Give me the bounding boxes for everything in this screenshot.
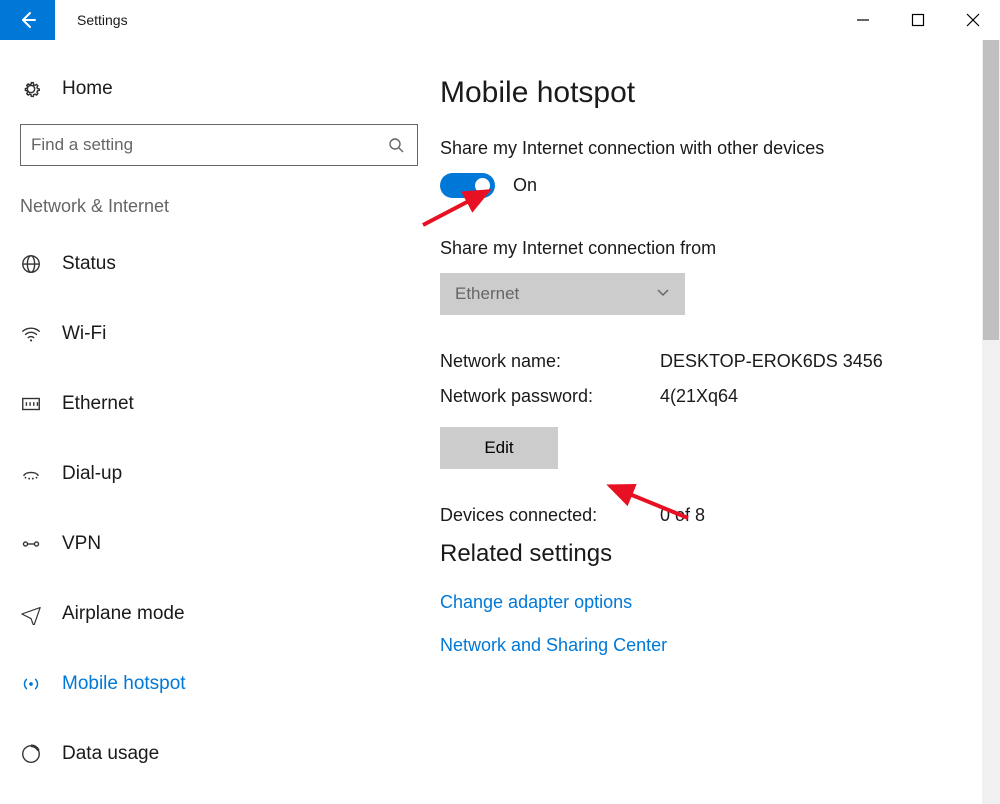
- airplane-icon: [20, 603, 42, 625]
- sidebar-item-label: Status: [62, 253, 116, 275]
- data-usage-icon: [20, 743, 42, 765]
- globe-icon: [20, 253, 42, 275]
- dialup-icon: [20, 463, 42, 485]
- close-button[interactable]: [945, 0, 1000, 40]
- search-input[interactable]: Find a setting: [20, 124, 418, 166]
- sidebar-home-label: Home: [62, 78, 113, 100]
- sidebar-category: Network & Internet: [20, 196, 400, 217]
- related-heading: Related settings: [440, 540, 980, 568]
- page-title: Mobile hotspot: [440, 76, 980, 110]
- arrow-left-icon: [18, 10, 38, 30]
- hotspot-icon: [20, 673, 42, 695]
- minimize-button[interactable]: [835, 0, 890, 40]
- toggle-state: On: [513, 175, 537, 196]
- back-button[interactable]: [0, 0, 55, 40]
- minimize-icon: [856, 13, 870, 27]
- sidebar-item-label: Wi-Fi: [62, 323, 106, 345]
- sidebar-item-label: Ethernet: [62, 393, 134, 415]
- window-title: Settings: [55, 0, 835, 40]
- devices-value: 0 of 8: [660, 505, 705, 526]
- search-placeholder: Find a setting: [31, 135, 133, 155]
- sidebar-item-ethernet[interactable]: Ethernet: [20, 381, 400, 427]
- link-sharing-center[interactable]: Network and Sharing Center: [440, 635, 980, 656]
- sidebar: Home Find a setting Network & Internet S…: [0, 40, 420, 804]
- wifi-icon: [20, 323, 42, 345]
- sidebar-item-hotspot[interactable]: Mobile hotspot: [20, 661, 400, 707]
- gear-icon: [20, 78, 42, 100]
- vpn-icon: [20, 533, 42, 555]
- hotspot-toggle[interactable]: [440, 173, 495, 198]
- network-name-label: Network name:: [440, 351, 660, 372]
- dropdown-value: Ethernet: [455, 284, 519, 304]
- chevron-down-icon: [656, 284, 670, 304]
- connection-from-dropdown[interactable]: Ethernet: [440, 273, 685, 315]
- toggle-knob: [475, 178, 490, 193]
- network-password-value: 4(21Xq64: [660, 386, 738, 407]
- sidebar-home[interactable]: Home: [20, 74, 400, 124]
- scrollbar-thumb[interactable]: [983, 40, 999, 340]
- edit-button[interactable]: Edit: [440, 427, 558, 469]
- sidebar-item-label: Mobile hotspot: [62, 673, 186, 695]
- sidebar-item-label: Data usage: [62, 743, 159, 765]
- sidebar-item-label: VPN: [62, 533, 101, 555]
- from-label: Share my Internet connection from: [440, 238, 980, 259]
- sidebar-item-label: Airplane mode: [62, 603, 185, 625]
- sidebar-item-datausage[interactable]: Data usage: [20, 731, 400, 777]
- sidebar-item-status[interactable]: Status: [20, 241, 400, 287]
- maximize-button[interactable]: [890, 0, 945, 40]
- title-bar: Settings: [0, 0, 1000, 40]
- link-adapter-options[interactable]: Change adapter options: [440, 592, 980, 613]
- main-panel: Mobile hotspot Share my Internet connect…: [420, 40, 1000, 804]
- close-icon: [966, 13, 980, 27]
- devices-label: Devices connected:: [440, 505, 660, 526]
- sidebar-item-vpn[interactable]: VPN: [20, 521, 400, 567]
- ethernet-icon: [20, 393, 42, 415]
- sidebar-item-airplane[interactable]: Airplane mode: [20, 591, 400, 637]
- sidebar-item-dialup[interactable]: Dial-up: [20, 451, 400, 497]
- network-name-value: DESKTOP-EROK6DS 3456: [660, 351, 883, 372]
- search-icon: [385, 134, 407, 156]
- sidebar-item-label: Dial-up: [62, 463, 122, 485]
- share-label: Share my Internet connection with other …: [440, 138, 980, 159]
- sidebar-item-wifi[interactable]: Wi-Fi: [20, 311, 400, 357]
- network-password-label: Network password:: [440, 386, 660, 407]
- maximize-icon: [911, 13, 925, 27]
